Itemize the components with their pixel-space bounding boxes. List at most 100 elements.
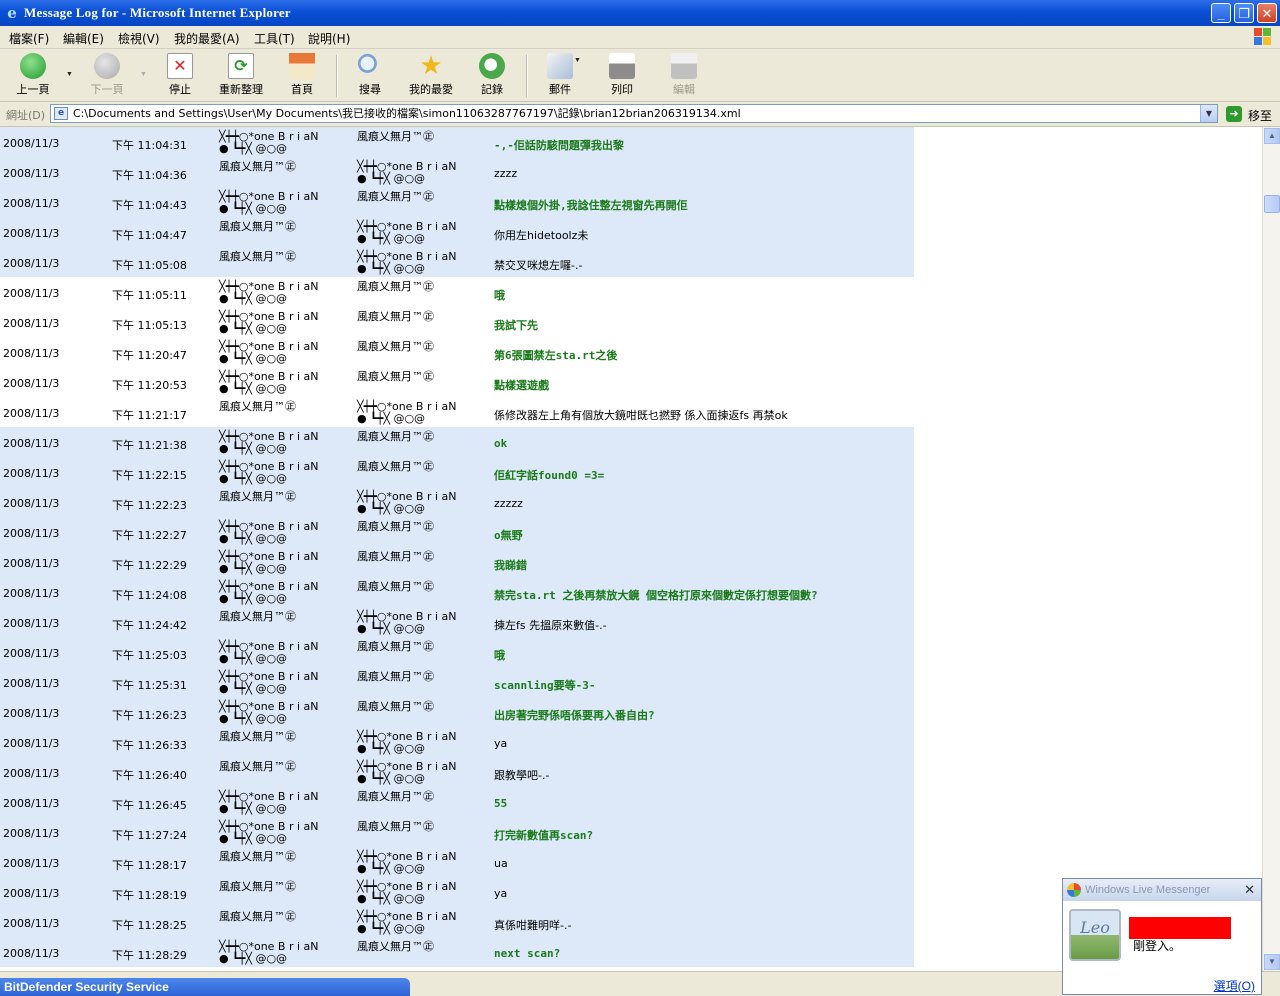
date-cell: 2008/11/3 (3, 827, 60, 840)
time-cell: 下午 11:28:19 (112, 889, 187, 902)
menu-favorites[interactable]: 我的最愛(A) (174, 30, 240, 47)
date-cell: 2008/11/3 (3, 887, 60, 900)
message-cell: ok (494, 437, 508, 450)
star-icon: ★ (419, 51, 443, 81)
to-cell: 風痕乂無月™㊣ (357, 941, 487, 953)
from-name-line2: ● ┗┿╳ @○@ (219, 802, 288, 815)
from-name-line2: ● ┗┿╳ @○@ (219, 712, 288, 725)
from-cell: 風痕乂無月™㊣ (219, 611, 349, 623)
refresh-button[interactable]: ⟳ 重新整理 (214, 53, 268, 97)
from-name-line2: ● ┗┿╳ @○@ (219, 832, 288, 845)
menu-help[interactable]: 說明(H) (308, 30, 350, 47)
title-bar[interactable]: e Message Log for - Microsoft Internet E… (0, 0, 1280, 26)
table-row: 2008/11/3 下午 11:21:17 風痕乂無月™㊣ ╳┿┿○*one B r … (0, 397, 914, 427)
search-button[interactable]: 搜尋 (352, 53, 388, 97)
back-arrow-icon (20, 53, 46, 79)
vertical-scrollbar[interactable]: ▲ ▼ (1262, 127, 1280, 971)
menu-tools[interactable]: 工具(T) (254, 30, 295, 47)
message-cell: zzzzz (494, 497, 523, 510)
from-cell: ╳┿┿○*one B r i aN ● ┗┿╳ @○@ (219, 641, 349, 665)
table-row: 2008/11/3 下午 11:26:45 ╳┿┿○*one B r i aN ● ┗… (0, 787, 914, 817)
time-cell: 下午 11:26:33 (112, 739, 187, 752)
address-input[interactable]: e C:\Documents and Settings\User\My Docu… (50, 104, 1218, 123)
date-cell: 2008/11/3 (3, 137, 60, 150)
date-cell: 2008/11/3 (3, 317, 60, 330)
message-cell: 跟教學吧-.- (494, 769, 550, 782)
date-cell: 2008/11/3 (3, 737, 60, 750)
from-name-line2: ● ┗┿╳ @○@ (219, 292, 288, 305)
minimize-button[interactable]: _ (1211, 3, 1231, 23)
scroll-up-icon[interactable]: ▲ (1264, 128, 1280, 144)
forward-dropdown-icon[interactable]: ▼ (140, 71, 147, 78)
forward-button[interactable]: 下一頁 (86, 53, 128, 97)
to-cell: ╳┿┿○*one B r i aN ● ┗┿╳ @○@ (357, 761, 487, 785)
print-button[interactable]: 列印 (604, 53, 640, 97)
message-cell: 點樣選遊戲 (494, 379, 549, 392)
close-icon[interactable]: ✕ (1244, 882, 1255, 898)
time-cell: 下午 11:28:25 (112, 919, 187, 932)
stop-button[interactable]: ✕ 停止 (162, 53, 198, 97)
maximize-button[interactable]: ❐ (1234, 3, 1254, 23)
address-dropdown-icon[interactable]: ▼ (1200, 105, 1217, 122)
scroll-down-icon[interactable]: ▼ (1264, 954, 1280, 970)
table-row: 2008/11/3 下午 11:22:27 ╳┿┿○*one B r i aN ● ┗… (0, 517, 914, 547)
time-cell: 下午 11:22:23 (112, 499, 187, 512)
to-cell: 風痕乂無月™㊣ (357, 341, 487, 353)
from-cell: ╳┿┿○*one B r i aN ● ┗┿╳ @○@ (219, 371, 349, 395)
message-cell: o無野 (494, 529, 523, 542)
go-button[interactable]: ➜ 移至 (1224, 105, 1280, 123)
back-button[interactable]: 上一頁 (12, 53, 54, 97)
from-cell: ╳┿┿○*one B r i aN ● ┗┿╳ @○@ (219, 341, 349, 365)
table-row: 2008/11/3 下午 11:04:47 風痕乂無月™㊣ ╳┿┿○*one B r … (0, 217, 914, 247)
mail-button[interactable]: 郵件 (542, 53, 578, 97)
time-cell: 下午 11:22:15 (112, 469, 187, 482)
message-cell: -,-佢話防駭問題彈我出黎 (494, 139, 624, 152)
edit-button[interactable]: 編輯 (666, 53, 702, 97)
stop-icon: ✕ (167, 53, 193, 79)
from-cell: 風痕乂無月™㊣ (219, 221, 349, 233)
to-name-line1: 風痕乂無月™㊣ (357, 370, 434, 383)
date-cell: 2008/11/3 (3, 407, 60, 420)
time-cell: 下午 11:25:03 (112, 649, 187, 662)
table-row: 2008/11/3 下午 11:26:33 風痕乂無月™㊣ ╳┿┿○*one B r … (0, 727, 914, 757)
to-name-line2: ● ┗┿╳ @○@ (357, 502, 426, 515)
table-row: 2008/11/3 下午 11:26:40 風痕乂無月™㊣ ╳┿┿○*one B r … (0, 757, 914, 787)
from-cell: 風痕乂無月™㊣ (219, 911, 349, 923)
avatar: Leo (1069, 909, 1121, 961)
to-name-line1: 風痕乂無月™㊣ (357, 460, 434, 473)
time-cell: 下午 11:22:27 (112, 529, 187, 542)
menu-view[interactable]: 檢視(V) (118, 30, 160, 47)
time-cell: 下午 11:04:31 (112, 139, 187, 152)
to-name-line2: ● ┗┿╳ @○@ (357, 772, 426, 785)
from-name-line2: ● ┗┿╳ @○@ (219, 532, 288, 545)
options-link[interactable]: 選項(O) (1214, 977, 1255, 994)
table-row: 2008/11/3 下午 11:28:25 風痕乂無月™㊣ ╳┿┿○*one B r … (0, 907, 914, 937)
time-cell: 下午 11:22:29 (112, 559, 187, 572)
from-name-line2: ● ┗┿╳ @○@ (219, 322, 288, 335)
from-name-line2: ● ┗┿╳ @○@ (219, 352, 288, 365)
history-button[interactable]: 記錄 (474, 53, 510, 97)
menu-edit[interactable]: 編輯(E) (63, 30, 104, 47)
date-cell: 2008/11/3 (3, 167, 60, 180)
back-dropdown-icon[interactable]: ▼ (66, 71, 73, 78)
message-cell: 哦 (494, 289, 505, 302)
messenger-notification[interactable]: Windows Live Messenger ✕ Leo 剛登入。 選項(O) (1062, 878, 1262, 995)
table-row: 2008/11/3 下午 11:04:43 ╳┿┿○*one B r i aN ● ┗… (0, 187, 914, 217)
favorites-button[interactable]: ★ 我的最愛 (404, 53, 458, 97)
menu-file[interactable]: 檔案(F) (9, 30, 49, 47)
home-button[interactable]: 首頁 (284, 53, 320, 97)
message-cell: ya (494, 737, 508, 750)
time-cell: 下午 11:25:31 (112, 679, 187, 692)
from-name-line1: 風痕乂無月™㊣ (219, 490, 296, 503)
close-button[interactable]: ✕ (1257, 3, 1277, 23)
time-cell: 下午 11:20:47 (112, 349, 187, 362)
date-cell: 2008/11/3 (3, 947, 60, 960)
date-cell: 2008/11/3 (3, 197, 60, 210)
to-cell: 風痕乂無月™㊣ (357, 671, 487, 683)
scroll-thumb[interactable] (1264, 195, 1280, 213)
to-name-line2: ● ┗┿╳ @○@ (357, 892, 426, 905)
redacted-name (1129, 917, 1231, 939)
mail-dropdown-icon[interactable]: ▼ (574, 57, 581, 64)
taskbar-item[interactable]: BitDefender Security Service (0, 978, 410, 996)
table-row: 2008/11/3 下午 11:22:15 ╳┿┿○*one B r i aN ● ┗… (0, 457, 914, 487)
